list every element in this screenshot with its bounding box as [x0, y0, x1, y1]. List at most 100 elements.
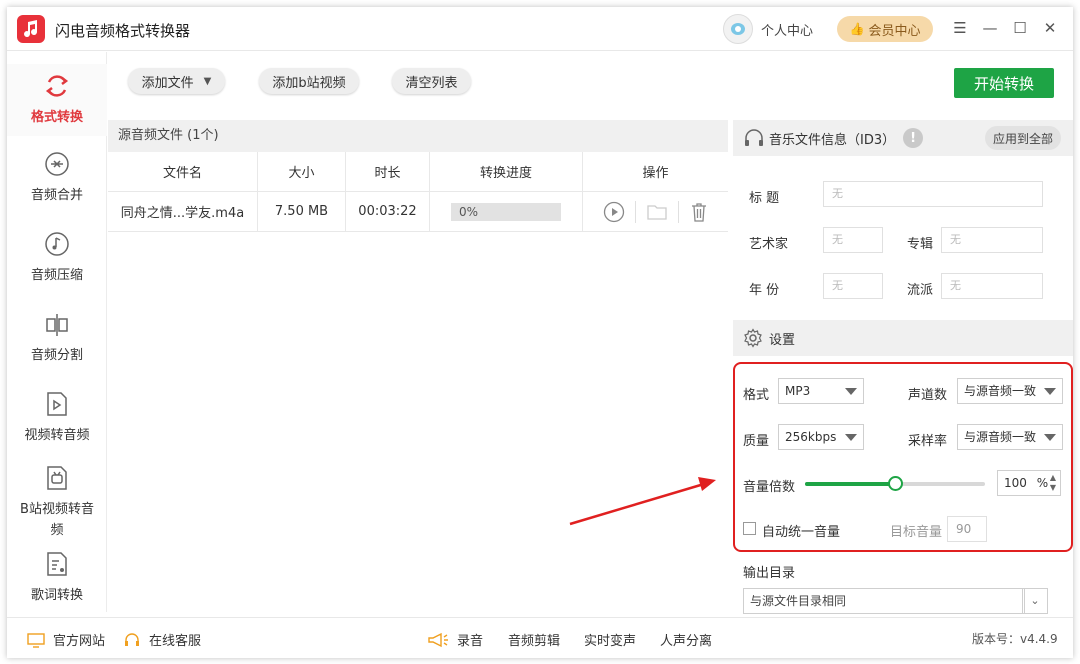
refresh-icon [45, 75, 69, 97]
file-actions-cell [583, 192, 728, 231]
auto-volume-checkbox[interactable] [743, 522, 756, 535]
title-bar: 闪电音频格式转换器 个人中心 👍 会员中心 ☰ — ☐ ✕ [7, 7, 1073, 51]
sidebar-item-label: B站视频转音 [20, 502, 94, 517]
megaphone-icon [428, 632, 448, 647]
file-name-cell: 同舟之情...学友.m4a [108, 192, 258, 231]
sidebar-item-label: 音频压缩 [30, 268, 83, 283]
sidebar-item-audio-compress[interactable]: 音频压缩 [7, 230, 107, 283]
record-link[interactable]: 录音 [427, 630, 483, 649]
vocal-separation-link[interactable]: 人声分离 [660, 630, 712, 649]
add-bili-video-button[interactable]: 添加b站视频 [259, 68, 359, 94]
chevron-down-icon[interactable]: ⌄ [1022, 588, 1048, 614]
sidebar-item-label: 格式转换 [30, 110, 83, 125]
channels-select[interactable]: 与源音频一致 [957, 378, 1063, 404]
official-website-link[interactable]: 官方网站 [27, 630, 105, 649]
chevron-down-icon [845, 388, 857, 395]
volume-stepper[interactable]: 100 % ▲ ▼ [997, 470, 1061, 496]
quality-select[interactable]: 256kbps [778, 424, 864, 450]
column-header-duration: 时长 [346, 152, 430, 191]
quality-label: 质量 [743, 434, 770, 449]
personal-center-label: 个人中心 [761, 23, 814, 39]
format-select[interactable]: MP3 [778, 378, 864, 404]
close-icon[interactable]: ✕ [1041, 19, 1059, 37]
volume-slider-fill [805, 482, 895, 486]
sidebar-item-audio-split[interactable]: 音频分割 [7, 310, 107, 363]
table-row[interactable]: 同舟之情...学友.m4a 7.50 MB 00:03:22 0% [108, 192, 728, 232]
samplerate-label: 采样率 [908, 434, 948, 449]
folder-icon[interactable] [646, 202, 668, 222]
output-dir-select[interactable]: 与源文件目录相同 ⌄ [743, 588, 1048, 614]
stepper-arrows-icon[interactable]: ▲ ▼ [1050, 473, 1056, 493]
sidebar-item-label-line2: 频 [50, 523, 64, 538]
volume-slider[interactable] [805, 476, 985, 491]
add-file-label: 添加文件 [141, 75, 194, 91]
voice-change-link[interactable]: 实时变声 [584, 630, 636, 649]
chevron-down-icon[interactable]: ▼ [204, 76, 212, 87]
sidebar-item-video-to-audio[interactable]: 视频转音频 [7, 390, 107, 443]
start-convert-button[interactable]: 开始转换 [954, 68, 1054, 98]
bottom-bar: 官方网站 在线客服 录音 音频剪辑 实时变声 人声分离 版本号：v4.4.9 [7, 617, 1073, 658]
output-dir-value: 与源文件目录相同 [750, 594, 847, 608]
apply-all-button[interactable]: 应用到全部 [985, 126, 1061, 150]
volume-slider-handle[interactable] [888, 476, 903, 491]
channels-label: 声道数 [908, 388, 948, 403]
artist-label: 艺术家 [749, 237, 789, 252]
chevron-down-icon [845, 434, 857, 441]
year-label: 年 份 [749, 283, 780, 298]
app-logo-icon [17, 15, 45, 43]
sidebar-item-label: 音频合并 [30, 188, 83, 203]
file-list-panel: 源音频文件 (1个) 文件名 大小 时长 转换进度 操作 同舟之情...学友.m… [108, 120, 728, 612]
genre-label: 流派 [907, 283, 934, 298]
official-website-label: 官方网站 [53, 634, 106, 649]
record-label: 录音 [457, 634, 484, 649]
chevron-down-icon [1044, 434, 1056, 441]
vip-center-label: 会员中心 [868, 23, 921, 39]
toolbar: 添加文件 ▼ 添加b站视频 清空列表 开始转换 [108, 52, 1073, 120]
vip-center-button[interactable]: 👍 会员中心 [837, 16, 933, 42]
id3-section-header: 音乐文件信息（ID3） ! 应用到全部 [733, 120, 1073, 156]
title-field[interactable]: 无 [823, 181, 1043, 207]
column-header-progress: 转换进度 [430, 152, 583, 191]
menu-icon[interactable]: ☰ [951, 19, 969, 37]
auto-volume-label: 自动统一音量 [762, 525, 841, 540]
settings-section-header: 设置 [733, 320, 1073, 356]
bilibili-icon [47, 466, 67, 490]
target-volume-field[interactable]: 90 [947, 516, 987, 542]
column-header-size: 大小 [258, 152, 346, 191]
file-size-cell: 7.50 MB [258, 192, 346, 231]
trash-icon[interactable] [689, 201, 709, 223]
id3-title: 音乐文件信息（ID3） [769, 132, 896, 148]
app-window: 闪电音频格式转换器 个人中心 👍 会员中心 ☰ — ☐ ✕ 格式转换 音频合并 … [7, 7, 1073, 658]
samplerate-select[interactable]: 与源音频一致 [957, 424, 1063, 450]
genre-field[interactable]: 无 [941, 273, 1043, 299]
format-value: MP3 [785, 384, 811, 398]
sidebar-item-lyrics-convert[interactable]: 歌词转换 [7, 550, 107, 603]
album-field[interactable]: 无 [941, 227, 1043, 253]
audio-edit-link[interactable]: 音频剪辑 [508, 630, 560, 649]
merge-icon [45, 152, 69, 176]
avatar-icon [723, 14, 753, 44]
channels-value: 与源音频一致 [964, 384, 1037, 398]
version-label: 版本号：v4.4.9 [972, 632, 1058, 646]
year-field[interactable]: 无 [823, 273, 883, 299]
clear-list-button[interactable]: 清空列表 [392, 68, 471, 94]
sidebar-item-format-convert[interactable]: 格式转换 [7, 64, 107, 136]
video-file-icon [47, 392, 67, 416]
add-file-button[interactable]: 添加文件 ▼ [128, 68, 225, 94]
progress-bar: 0% [451, 202, 561, 221]
play-icon[interactable] [603, 201, 625, 223]
right-panel: 音乐文件信息（ID3） ! 应用到全部 标 题 无 艺术家 无 专辑 无 年 份… [733, 120, 1073, 614]
column-header-name: 文件名 [108, 152, 258, 191]
minimize-icon[interactable]: — [981, 19, 999, 37]
maximize-icon[interactable]: ☐ [1011, 19, 1029, 37]
lyrics-file-icon [47, 552, 67, 576]
sidebar-item-audio-merge[interactable]: 音频合并 [7, 150, 107, 203]
table-header: 文件名 大小 时长 转换进度 操作 [108, 152, 728, 192]
sidebar-item-bili-to-audio[interactable]: B站视频转音 频 [7, 464, 107, 538]
info-icon[interactable]: ! [903, 128, 924, 148]
personal-center-button[interactable]: 个人中心 [723, 13, 813, 45]
online-support-link[interactable]: 在线客服 [123, 630, 201, 649]
quality-value: 256kbps [785, 430, 837, 444]
headset-icon [125, 632, 139, 646]
artist-field[interactable]: 无 [823, 227, 883, 253]
